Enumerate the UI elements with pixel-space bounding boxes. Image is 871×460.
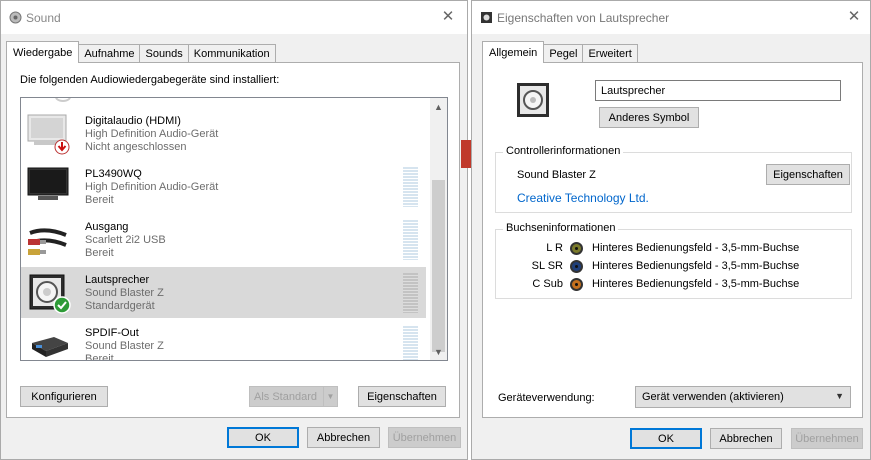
device-item-lautsprecher[interactable]: Lautsprecher Sound Blaster Z Standardger… [21,267,426,318]
sound-window: Sound ✕ Wiedergabe Aufnahme Sounds Kommu… [0,0,468,460]
device-line2: Bereit [85,247,114,259]
tab-pegel[interactable]: Pegel [543,44,584,63]
jack-group: Buchseninformationen L R Hinteres Bedien… [495,222,852,299]
tab-allgemein[interactable]: Allgemein [482,41,545,63]
level-meter [403,167,418,207]
set-default-button[interactable]: Als Standard ▼ [249,386,338,407]
device-item-hdmi[interactable]: Digitalaudio (HDMI) High Definition Audi… [21,108,426,159]
device-list-scrollbar[interactable]: ▲ ▼ [430,98,447,360]
device-name-field[interactable]: Lautsprecher [595,80,841,101]
usage-label: Geräteverwendung: [498,392,595,404]
properties-tab-panel: Lautsprecher Anderes Symbol Controllerin… [482,62,863,418]
properties-window: Eigenschaften von Lautsprecher ✕ Allgeme… [471,0,871,460]
device-name: Ausgang [85,221,129,233]
usage-select-value: Gerät verwenden (aktivieren) [642,391,784,403]
sound-apply-button[interactable]: Übernehmen [388,427,461,448]
controller-group-title: Controllerinformationen [503,145,624,157]
properties-titlebar[interactable]: Eigenschaften von Lautsprecher ✕ [472,1,870,34]
jack-channel: SL SR [531,260,563,272]
device-item-spdif[interactable]: SPDIF-Out Sound Blaster Z Bereit [21,320,426,361]
monitor-disconnected-icon [26,113,72,155]
sound-tab-panel: Die folgenden Audiowiedergabegeräte sind… [6,62,460,418]
properties-window-title: Eigenschaften von Lautsprecher [497,10,670,25]
level-meter [403,220,418,260]
jack-channel: L R [546,242,563,254]
vendor-link[interactable]: Creative Technology Ltd. [517,191,649,205]
device-line2: Nicht angeschlossen [85,141,187,153]
tab-wiedergabe[interactable]: Wiedergabe [6,41,80,63]
speaker-icon [513,79,555,121]
sound-close-button[interactable]: ✕ [433,1,463,31]
properties-close-button[interactable]: ✕ [839,1,869,31]
jack-channel: C Sub [532,278,563,290]
device-item-ausgang[interactable]: Ausgang Scarlett 2i2 USB Bereit [21,214,426,265]
properties-cancel-button[interactable]: Abbrechen [710,428,782,449]
scroll-thumb[interactable] [432,180,445,352]
properties-ok-button[interactable]: OK [630,428,702,449]
chevron-down-icon: ▼ [835,391,844,401]
device-line1: High Definition Audio-Gerät [85,128,219,140]
jack-icon [570,260,583,273]
device-list[interactable]: Digitalaudio (HDMI) High Definition Audi… [20,97,448,361]
device-name: Lautsprecher [85,274,150,286]
background-strip [461,140,471,168]
properties-apply-button[interactable]: Übernehmen [791,428,863,449]
close-icon: ✕ [441,8,455,25]
device-name: Digitalaudio (HDMI) [85,115,181,127]
device-name: SPDIF-Out [85,327,139,339]
scroll-down-icon[interactable]: ▼ [430,343,447,360]
device-line1: Sound Blaster Z [85,340,164,352]
sound-cancel-button[interactable]: Abbrechen [307,427,380,448]
change-icon-button[interactable]: Anderes Symbol [599,107,699,128]
set-default-label: Als Standard [254,390,317,403]
properties-tabs: Allgemein Pegel Erweitert [482,41,638,63]
device-line1: High Definition Audio-Gerät [85,181,219,193]
sound-titlebar[interactable]: Sound ✕ [1,1,467,34]
rca-cable-icon [26,219,72,261]
speaker-app-icon [8,11,22,25]
sound-tabs: Wiedergabe Aufnahme Sounds Kommunikation [6,41,276,63]
device-line2: Bereit [85,194,114,206]
device-line2: Bereit [85,353,114,361]
jack-desc: Hinteres Bedienungsfeld - 3,5-mm-Buchse [592,260,800,272]
partial-item-icon [55,98,71,102]
controller-name: Sound Blaster Z [517,169,596,181]
jack-icon [570,278,583,291]
close-icon: ✕ [847,8,861,25]
device-name: PL3490WQ [85,168,142,180]
device-item-pl3490wq[interactable]: PL3490WQ High Definition Audio-Gerät Ber… [21,161,426,212]
jack-desc: Hinteres Bedienungsfeld - 3,5-mm-Buchse [592,242,800,254]
speaker-app-icon [479,11,493,25]
speaker-default-icon [26,272,72,314]
properties-button[interactable]: Eigenschaften [358,386,446,407]
controller-group: Controllerinformationen Sound Blaster Z … [495,145,852,213]
controller-properties-button[interactable]: Eigenschaften [766,164,850,185]
spdif-icon [26,325,72,360]
scroll-up-icon[interactable]: ▲ [430,98,447,115]
tab-erweitert[interactable]: Erweitert [582,44,638,63]
jack-icon [570,242,583,255]
chevron-down-icon: ▼ [323,387,337,406]
monitor-icon [26,166,72,208]
level-meter [403,273,418,313]
device-line1: Sound Blaster Z [85,287,164,299]
tab-aufnahme[interactable]: Aufnahme [78,44,141,63]
device-line2: Standardgerät [85,300,155,312]
devices-heading: Die folgenden Audiowiedergabegeräte sind… [20,74,280,86]
jack-desc: Hinteres Bedienungsfeld - 3,5-mm-Buchse [592,278,800,290]
jack-group-title: Buchseninformationen [503,222,619,234]
tab-sounds[interactable]: Sounds [139,44,189,63]
sound-ok-button[interactable]: OK [227,427,299,448]
sound-window-title: Sound [26,10,61,25]
tab-kommunikation[interactable]: Kommunikation [187,44,276,63]
device-line1: Scarlett 2i2 USB [85,234,166,246]
level-meter [403,326,418,360]
usage-select[interactable]: Gerät verwenden (aktivieren) ▼ [635,386,851,408]
configure-button[interactable]: Konfigurieren [20,386,108,407]
